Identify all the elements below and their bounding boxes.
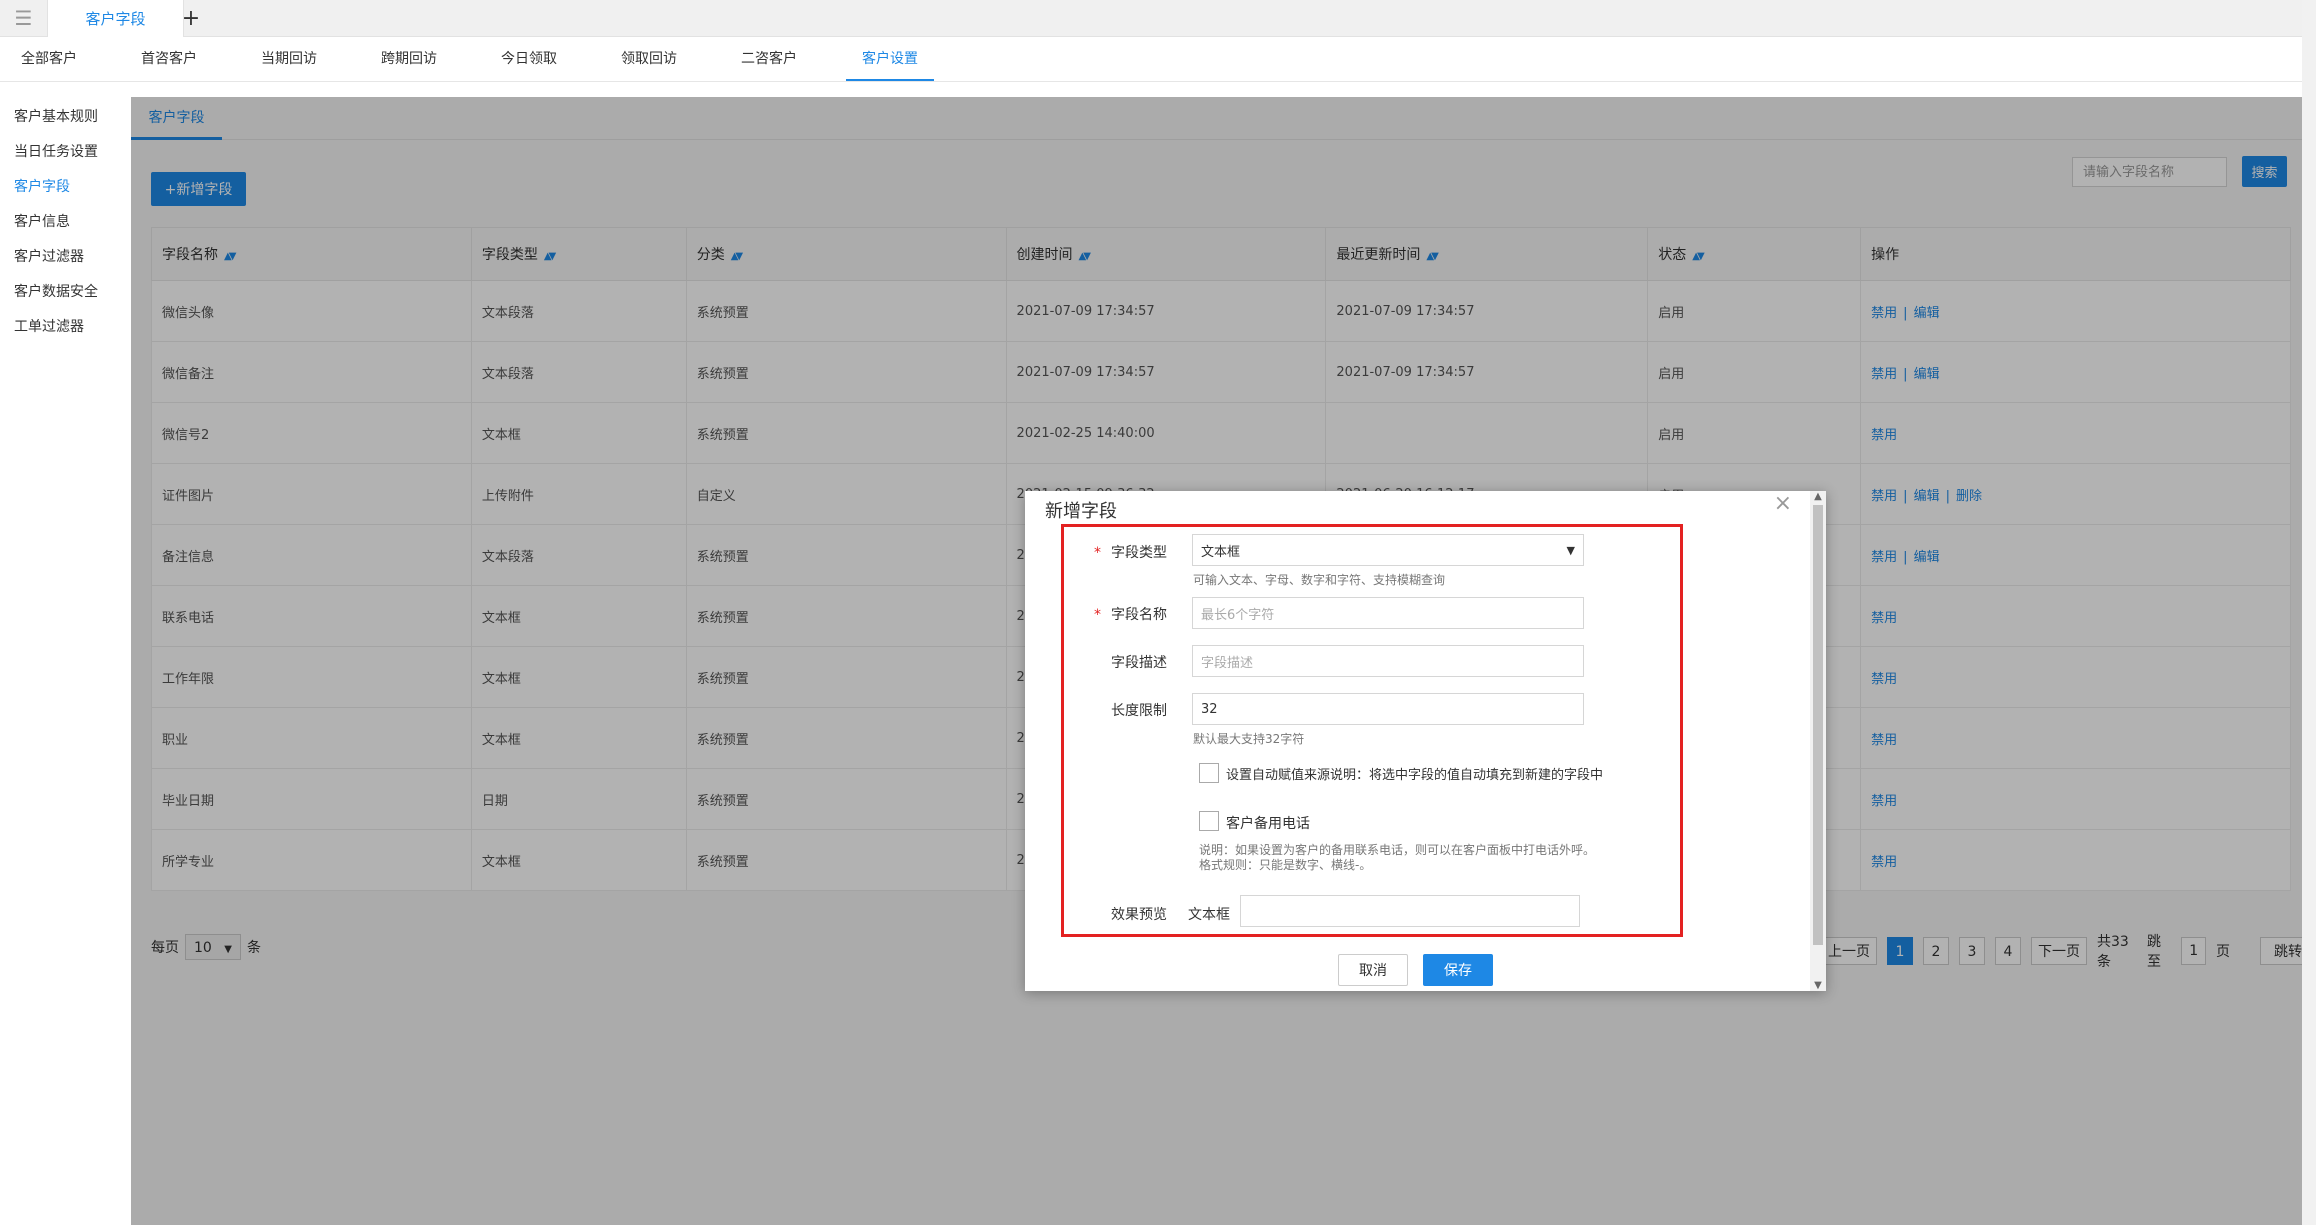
scroll-down-icon[interactable]: ▼: [1810, 980, 1826, 991]
subnav-cross-visit[interactable]: 跨期回访: [374, 37, 444, 79]
backup-phone-checkbox[interactable]: [1199, 811, 1219, 831]
chevron-down-icon: ▼: [1566, 543, 1575, 557]
sidebar-item-daily-task[interactable]: 当日任务设置: [14, 141, 98, 161]
auto-assign-checkbox[interactable]: [1199, 763, 1219, 783]
required-mark: *: [1094, 607, 1101, 623]
sidebar-item-basic-rules[interactable]: 客户基本规则: [14, 106, 98, 126]
close-icon[interactable]: ×: [1774, 491, 1792, 516]
add-field-dialog: 新增字段 × ▲ ▼ * 字段类型 文本框 ▼ 可输入文本、字母、数字和字符、支持…: [1025, 491, 1826, 991]
backup-phone-label: 客户备用电话: [1226, 816, 1310, 832]
length-hint: 默认最大支持32字符: [1193, 732, 1305, 746]
sidebar-item-customer-filter[interactable]: 客户过滤器: [14, 246, 84, 266]
preview-input[interactable]: [1240, 895, 1580, 927]
field-name-input[interactable]: 最长6个字符: [1192, 597, 1584, 629]
dialog-scrollbar[interactable]: ▲ ▼: [1810, 491, 1826, 991]
field-name-label: * 字段名称: [1067, 604, 1167, 624]
window-tab-strip: ☰ 客户字段 +: [0, 0, 2316, 37]
length-label: 长度限制: [1111, 703, 1167, 719]
field-type-value: 文本框: [1201, 544, 1241, 560]
settings-sidebar: 客户基本规则 当日任务设置 客户字段 客户信息 客户过滤器 客户数据安全 工单过…: [0, 82, 130, 1225]
auto-assign-label: 设置自动赋值来源说明：将选中字段的值自动填充到新建的字段中: [1226, 768, 1604, 783]
dialog-scroll-thumb[interactable]: [1813, 505, 1823, 945]
tab-customer-fields[interactable]: 客户字段: [48, 0, 184, 37]
field-type-label-text: 字段类型: [1111, 545, 1167, 561]
sidebar-item-customer-fields[interactable]: 客户字段: [14, 176, 70, 196]
add-tab-button[interactable]: +: [180, 0, 202, 36]
subnav-all-customers[interactable]: 全部客户: [14, 37, 84, 79]
field-type-hint: 可输入文本、字母、数字和字符、支持模糊查询: [1193, 573, 1446, 587]
field-type-select[interactable]: 文本框 ▼: [1192, 534, 1584, 566]
preview-type: 文本框: [1188, 907, 1230, 923]
field-type-label: * 字段类型: [1067, 542, 1167, 562]
sub-navigation: 全部客户 首咨客户 当期回访 跨期回访 今日领取 领取回访 二咨客户 客户设置: [0, 37, 2316, 82]
sidebar-item-data-security[interactable]: 客户数据安全: [14, 281, 98, 301]
subnav-second-consult[interactable]: 二咨客户: [734, 37, 804, 79]
field-desc-input[interactable]: 字段描述: [1192, 645, 1584, 677]
field-desc-label: 字段描述: [1111, 655, 1167, 671]
scroll-up-icon[interactable]: ▲: [1810, 491, 1826, 502]
page-scrollbar[interactable]: [2302, 0, 2316, 1225]
save-button[interactable]: 保存: [1423, 954, 1493, 986]
dialog-title: 新增字段: [1045, 501, 1117, 522]
cancel-button[interactable]: 取消: [1338, 954, 1408, 986]
sidebar-item-ticket-filter[interactable]: 工单过滤器: [14, 316, 84, 336]
subnav-customer-settings[interactable]: 客户设置: [846, 37, 934, 81]
subnav-claim-visit[interactable]: 领取回访: [614, 37, 684, 79]
subnav-current-visit[interactable]: 当期回访: [254, 37, 324, 79]
menu-list-icon[interactable]: ☰: [0, 0, 48, 36]
sidebar-item-customer-info[interactable]: 客户信息: [14, 211, 70, 231]
subnav-today-claim[interactable]: 今日领取: [494, 37, 564, 79]
preview-label: 效果预览: [1111, 907, 1167, 923]
backup-phone-format: 格式规则：只能是数字、横线-。: [1199, 858, 1372, 872]
required-mark: *: [1094, 545, 1101, 561]
length-input[interactable]: 32: [1192, 693, 1584, 725]
subnav-first-consult[interactable]: 首咨客户: [134, 37, 204, 79]
field-name-label-text: 字段名称: [1111, 607, 1167, 623]
